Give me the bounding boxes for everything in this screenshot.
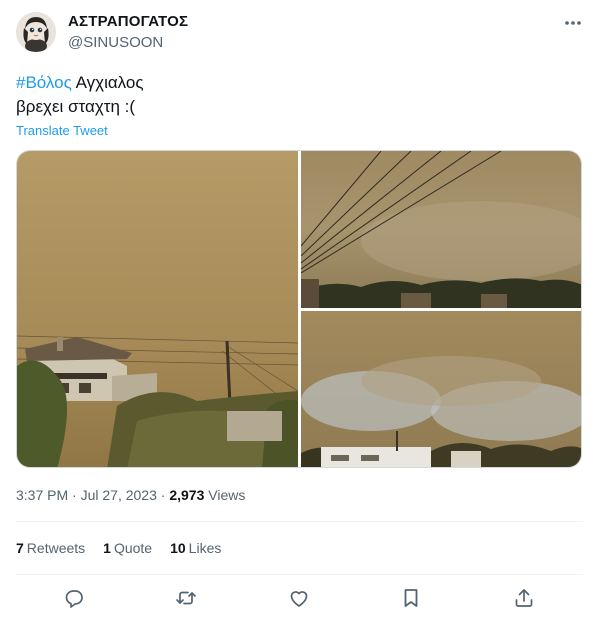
author-handle[interactable]: @SINUSOON	[68, 34, 163, 51]
author-display-name[interactable]: ΑΣΤΡΑΠΟΓΑΤΟΣ	[68, 13, 188, 30]
photo-2[interactable]	[301, 151, 581, 308]
photo-3[interactable]	[301, 311, 581, 467]
tweet-time[interactable]: 3:37 PM	[16, 487, 68, 503]
like-icon[interactable]	[287, 586, 311, 610]
likes-count: 10	[170, 540, 186, 556]
translate-tweet-link[interactable]: Translate Tweet	[16, 123, 108, 138]
media-grid	[16, 150, 582, 468]
reply-icon[interactable]	[62, 586, 86, 610]
action-bar	[16, 586, 582, 612]
more-horizontal-icon[interactable]	[562, 14, 584, 32]
retweets-stat[interactable]: 7 Retweets	[16, 540, 85, 556]
tweet-date[interactable]: Jul 27, 2023	[81, 487, 157, 503]
likes-label: Likes	[188, 540, 222, 556]
avatar[interactable]	[16, 12, 56, 52]
meta-separator: ·	[68, 487, 81, 503]
engagement-stats: 7 Retweets 1 Quote 10 Likes	[16, 540, 221, 556]
retweet-icon[interactable]	[174, 586, 198, 610]
bookmark-icon[interactable]	[399, 586, 423, 610]
tweet-text-line2: βρεχει σταχτη :(	[16, 97, 136, 116]
quotes-stat[interactable]: 1 Quote	[103, 540, 152, 556]
divider	[16, 574, 582, 575]
quotes-label: Quote	[113, 540, 153, 556]
tweet-text-line1: #Βόλος Αγχιαλος	[16, 72, 144, 94]
tweet-meta: 3:37 PM · Jul 27, 2023 · 2,973 Views	[16, 487, 245, 503]
views-count: 2,973	[169, 487, 205, 503]
retweets-count: 7	[16, 540, 24, 556]
divider	[16, 521, 582, 522]
share-icon[interactable]	[512, 586, 536, 610]
likes-stat[interactable]: 10 Likes	[170, 540, 221, 556]
photo-1[interactable]	[17, 151, 298, 467]
tweet-text-place: Αγχιαλος	[71, 73, 144, 92]
views-label: Views	[204, 487, 246, 503]
meta-separator: ·	[156, 487, 170, 503]
retweets-label: Retweets	[26, 540, 86, 556]
hashtag-link[interactable]: #Βόλος	[16, 73, 72, 92]
quotes-count: 1	[103, 540, 111, 556]
